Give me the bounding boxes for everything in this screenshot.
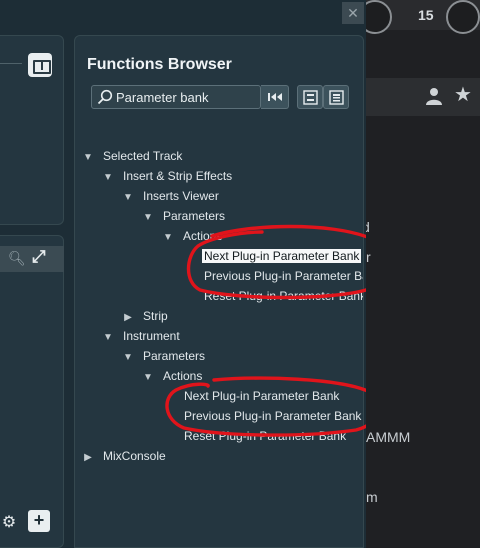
background-toolbar: 15 <box>366 0 480 34</box>
counter-value: 15 <box>418 7 434 23</box>
tree-item-label: Next Plug-in Parameter Bank <box>202 249 362 263</box>
tree-item-label: Reset Plug-in Parameter Bank <box>204 289 364 303</box>
search-icon <box>97 89 113 105</box>
add-button[interactable]: + <box>28 510 50 532</box>
background-text: d <box>366 219 370 235</box>
expanded-arrow-icon[interactable]: ▼ <box>123 348 133 368</box>
functions-browser-panel: Functions Browser Parameter bank ▼ Selec… <box>74 35 364 548</box>
expand-all-icon <box>303 90 318 105</box>
tree-item[interactable]: ▼ Actions <box>163 226 222 246</box>
tree-item-label: Actions <box>183 229 223 243</box>
tree-item-label: Next Plug-in Parameter Bank <box>184 389 340 403</box>
tree-item-label: Parameters <box>143 349 206 363</box>
gear-icon[interactable]: ⚙ <box>0 512 18 532</box>
collapsed-arrow-icon[interactable]: ▶ <box>83 448 93 468</box>
search-field[interactable] <box>91 85 261 109</box>
background-app: 15 ★ d r AMMM m <box>366 0 480 548</box>
tree-item-label: Reset Plug-in Parameter Bank <box>184 429 347 443</box>
knob-left[interactable] <box>366 0 392 34</box>
expanded-arrow-icon[interactable]: ▼ <box>123 188 133 208</box>
tree-item-label: MixConsole <box>103 449 166 463</box>
collapse-all-button[interactable] <box>323 85 349 109</box>
tree-item-label: Instrument <box>123 329 180 343</box>
user-icon[interactable] <box>426 87 442 105</box>
functions-browser-dialog: ✕ 🔍︎ ⤢ ⚙ + Functions Browser Parameter b… <box>0 0 366 548</box>
tree-item[interactable]: Previous Plug-in Parameter Bank <box>204 266 364 286</box>
tree-item-label: Insert & Strip Effects <box>123 169 233 183</box>
tree-item[interactable]: ▶ MixConsole <box>83 446 166 466</box>
tree-item[interactable]: ▼ Insert & Strip Effects <box>103 166 232 186</box>
expanded-arrow-icon[interactable]: ▼ <box>143 208 153 228</box>
star-icon[interactable]: ★ <box>454 82 472 107</box>
background-text: AMMM <box>366 429 411 445</box>
expanded-arrow-icon[interactable]: ▼ <box>163 228 173 248</box>
expanded-arrow-icon[interactable]: ▼ <box>103 328 113 348</box>
tree-item[interactable]: ▼ Inserts Viewer <box>123 186 219 206</box>
search-input[interactable] <box>116 89 256 106</box>
background-text: r <box>366 249 371 265</box>
tree-item[interactable]: Reset Plug-in Parameter Bank <box>204 286 364 306</box>
close-button[interactable]: ✕ <box>342 2 364 24</box>
zoom-icon[interactable]: 🔍︎ <box>8 250 26 267</box>
expanded-arrow-icon[interactable]: ▼ <box>143 368 153 388</box>
expand-icon[interactable]: ⤢ <box>32 247 46 267</box>
tree-item[interactable]: ▼ Actions <box>143 366 202 386</box>
panel-title: Functions Browser <box>87 56 232 73</box>
collapse-all-icon <box>329 90 344 105</box>
expand-all-button[interactable] <box>297 85 323 109</box>
expanded-arrow-icon[interactable]: ▼ <box>83 148 93 168</box>
knob-right[interactable] <box>446 0 480 34</box>
tree-item[interactable]: ▼ Parameters <box>123 346 205 366</box>
left-pane-top <box>0 35 64 225</box>
tree-item[interactable]: Reset Plug-in Parameter Bank <box>184 426 346 446</box>
divider <box>0 63 22 64</box>
tree-item[interactable]: ▶ Strip <box>123 306 168 326</box>
left-pane-bottom: 🔍︎ ⤢ ⚙ + <box>0 235 64 548</box>
tree-item[interactable]: ▼ Selected Track <box>83 146 182 166</box>
tree-item-label: Inserts Viewer <box>143 189 219 203</box>
left-pane-toolbar: 🔍︎ ⤢ <box>0 246 64 272</box>
tree-item[interactable]: ▼ Parameters <box>143 206 225 226</box>
tree-item-label: Strip <box>143 309 168 323</box>
expanded-arrow-icon[interactable]: ▼ <box>103 168 113 188</box>
tree-item-label: Actions <box>163 369 203 383</box>
tree-item[interactable]: Next Plug-in Parameter Bank <box>184 386 339 406</box>
panel-toggle-icon[interactable] <box>28 53 52 77</box>
tree-item-label: Parameters <box>163 209 226 223</box>
tree-item-label: Selected Track <box>103 149 183 163</box>
collapsed-arrow-icon[interactable]: ▶ <box>123 308 133 328</box>
tree-item[interactable]: Previous Plug-in Parameter Bank <box>184 406 361 426</box>
tree-item[interactable]: ▼ Instrument <box>103 326 180 346</box>
tree-item-selected[interactable]: Next Plug-in Parameter Bank <box>202 246 362 266</box>
tree-item-label: Previous Plug-in Parameter Bank <box>204 269 364 283</box>
background-header-strip: ★ <box>366 78 480 116</box>
background-text: m <box>366 489 378 505</box>
tree-item-label: Previous Plug-in Parameter Bank <box>184 409 362 423</box>
skip-back-icon <box>267 93 282 101</box>
search-jump-button[interactable] <box>261 85 289 109</box>
